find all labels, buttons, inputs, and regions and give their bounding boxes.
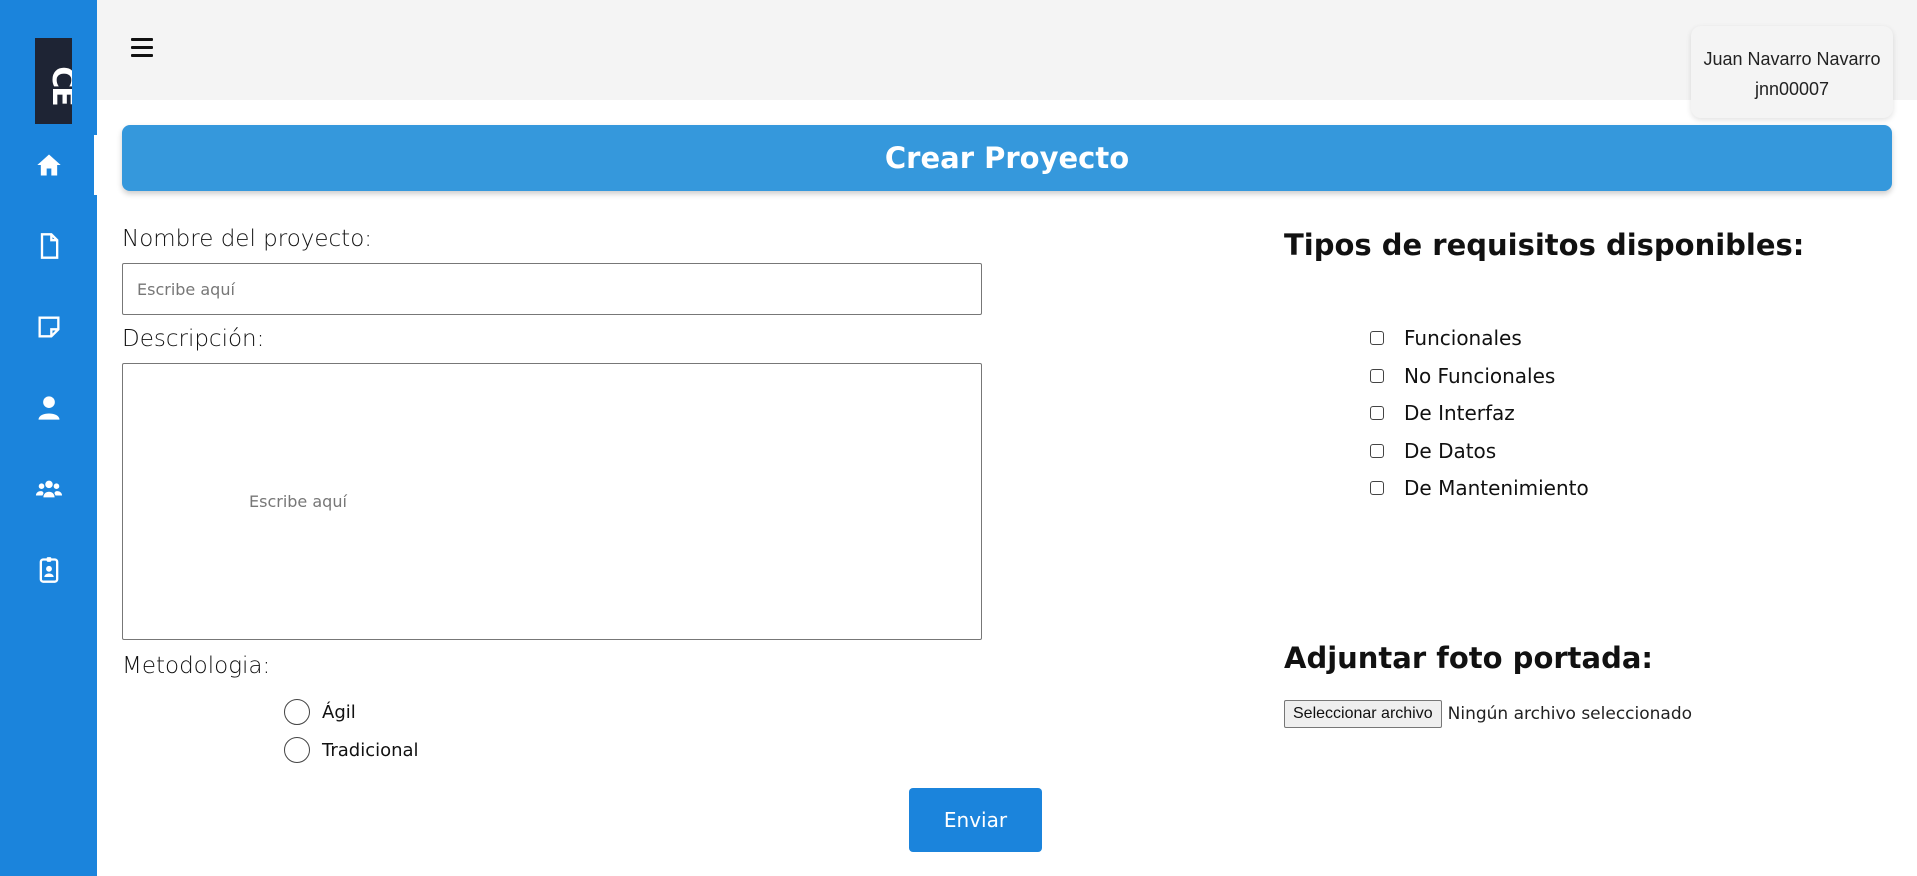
checkbox[interactable]: [1370, 481, 1384, 495]
group-icon: [35, 480, 62, 498]
sidebar-item-group[interactable]: [0, 459, 97, 519]
checkbox[interactable]: [1370, 406, 1384, 420]
id-badge-icon: [39, 557, 58, 583]
sidebar-item-home[interactable]: [0, 135, 97, 195]
note-icon: [38, 316, 59, 338]
description-label: Descripción:: [122, 326, 265, 352]
requirement-option-label: De Interfaz: [1404, 401, 1515, 425]
sidebar-item-badge[interactable]: [0, 540, 97, 600]
menu-icon[interactable]: [131, 38, 155, 60]
description-textarea[interactable]: Escribe aquí: [122, 363, 982, 640]
requirement-option-label: Funcionales: [1404, 326, 1522, 350]
requirement-option-funcionales[interactable]: Funcionales: [1370, 326, 1522, 350]
sidebar-item-documents[interactable]: [0, 216, 97, 276]
cover-photo-title: Adjuntar foto portada:: [1284, 641, 1654, 675]
project-name-label: Nombre del proyecto:: [122, 226, 373, 252]
checkbox[interactable]: [1370, 331, 1384, 345]
home-icon: [36, 154, 61, 176]
requirement-option-mantenimiento[interactable]: De Mantenimiento: [1370, 476, 1589, 500]
requirement-option-interfaz[interactable]: De Interfaz: [1370, 401, 1515, 425]
methodology-label: Metodologia:: [122, 653, 271, 679]
user-icon: [38, 396, 59, 420]
radio-button[interactable]: [284, 737, 310, 763]
requirement-option-label: De Mantenimiento: [1404, 476, 1589, 500]
logo-text: CE: [44, 66, 72, 105]
methodology-option-label: Tradicional: [322, 739, 419, 761]
sidebar-item-user[interactable]: [0, 378, 97, 438]
file-upload: Seleccionar archivo Ningún archivo selec…: [1284, 700, 1692, 728]
submit-button[interactable]: Enviar: [909, 788, 1042, 852]
user-name: Juan Navarro Navarro: [1703, 49, 1881, 69]
select-file-button[interactable]: Seleccionar archivo: [1284, 700, 1442, 728]
checkbox[interactable]: [1370, 369, 1384, 383]
requirement-option-label: De Datos: [1404, 439, 1497, 463]
description-placeholder: Escribe aquí: [249, 492, 347, 511]
project-name-input[interactable]: [122, 263, 982, 315]
sidebar-item-notes[interactable]: [0, 297, 97, 357]
file-status: Ningún archivo seleccionado: [1447, 704, 1693, 724]
user-profile-card[interactable]: Juan Navarro Navarro jnn00007: [1691, 26, 1893, 118]
requirement-option-datos[interactable]: De Datos: [1370, 439, 1496, 463]
checkbox[interactable]: [1370, 444, 1384, 458]
requirement-option-no-funcionales[interactable]: No Funcionales: [1370, 364, 1555, 388]
sidebar: CE: [0, 0, 97, 876]
methodology-option-label: Ágil: [322, 701, 356, 723]
app-logo: CE: [35, 38, 72, 124]
page-title: Crear Proyecto: [122, 125, 1892, 191]
methodology-option-agil[interactable]: Ágil: [284, 699, 356, 725]
requirements-title: Tipos de requisitos disponibles:: [1284, 228, 1805, 262]
top-header: [97, 0, 1917, 100]
radio-button[interactable]: [284, 699, 310, 725]
methodology-option-tradicional[interactable]: Tradicional: [284, 737, 419, 763]
requirement-option-label: No Funcionales: [1404, 364, 1556, 388]
user-id: jnn00007: [1754, 79, 1830, 99]
document-icon: [40, 233, 58, 259]
